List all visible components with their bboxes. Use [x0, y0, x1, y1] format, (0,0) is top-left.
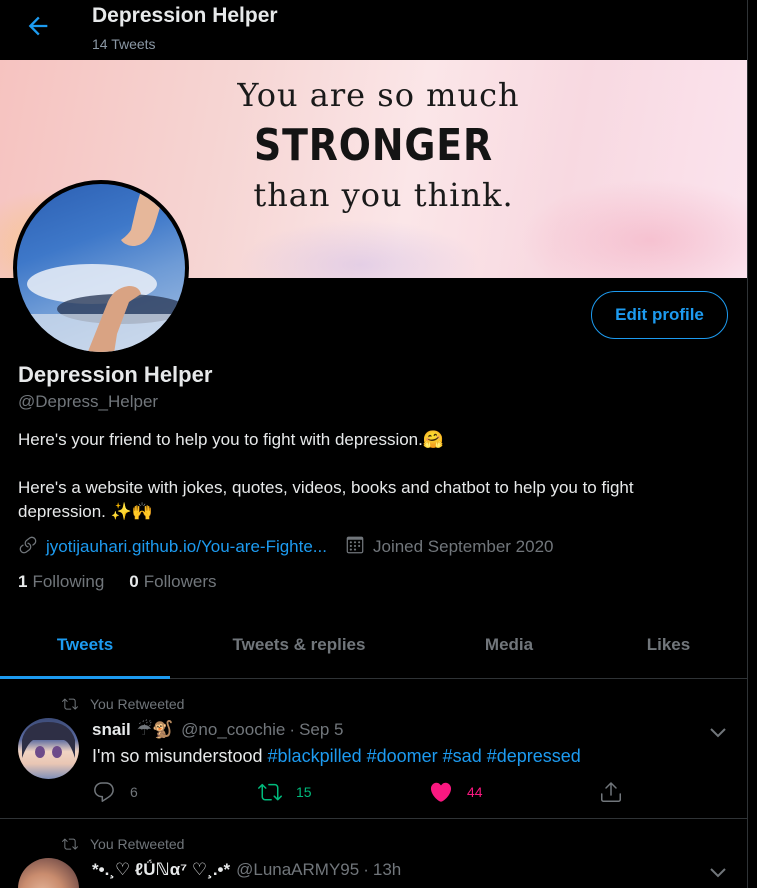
- tweet-actions: 6 15 44: [92, 780, 632, 808]
- following-link[interactable]: 1 Following: [18, 572, 104, 592]
- share-button[interactable]: [599, 780, 623, 804]
- tweet-time[interactable]: 13h: [373, 860, 401, 880]
- header-separator: ·: [289, 720, 296, 739]
- followers-count: 0: [129, 572, 139, 591]
- profile-avatar[interactable]: [13, 180, 189, 356]
- joined-date: Joined September 2020: [372, 537, 554, 556]
- chevron-down-icon[interactable]: [706, 860, 730, 884]
- following-label: Following: [32, 572, 105, 591]
- calendar-icon: [345, 535, 365, 560]
- header-title: Depression Helper: [92, 4, 278, 27]
- retweet-count: 15: [296, 784, 312, 800]
- retweet-label: You Retweeted: [90, 696, 185, 712]
- profile-header: Depression Helper 14 Tweets: [0, 0, 747, 60]
- retweet-label: You Retweeted: [90, 836, 185, 852]
- retweet-button[interactable]: 15: [258, 780, 312, 804]
- scrollbar[interactable]: [747, 0, 757, 888]
- hashtag-link[interactable]: #doomer: [367, 746, 438, 766]
- tweet-author-name[interactable]: snail: [92, 720, 131, 740]
- tweet-author-name[interactable]: *•.¸♡ ℓǗℕα⁷ ♡¸.•*: [92, 860, 230, 880]
- retweet-small-icon: [62, 698, 78, 710]
- banner-text-line2: STRONGER: [254, 120, 493, 171]
- heart-icon: [430, 782, 452, 802]
- profile-name: Depression Helper: [18, 362, 213, 387]
- author-name-emoji: ☔🐒: [136, 720, 174, 739]
- tweet-header: snail ☔🐒 @no_coochie · Sep 5: [92, 720, 344, 740]
- tweet-count: 14 Tweets: [92, 36, 156, 52]
- hashtag-link[interactable]: #blackpilled: [268, 746, 362, 766]
- retweet-indicator: You Retweeted: [62, 836, 184, 852]
- tweet-author-handle[interactable]: @LunaARMY95: [236, 860, 359, 880]
- followers-link[interactable]: 0 Followers: [129, 572, 216, 592]
- tweet-header: *•.¸♡ ℓǗℕα⁷ ♡¸.•* @LunaARMY95 · 13h: [92, 860, 401, 880]
- tweet-time[interactable]: Sep 5: [299, 720, 343, 740]
- like-button[interactable]: 44: [429, 780, 483, 804]
- retweet-small-icon: [62, 838, 78, 850]
- profile-handle: @Depress_Helper: [18, 392, 159, 411]
- hashtag-link[interactable]: #sad: [443, 746, 482, 766]
- reply-count: 6: [130, 784, 138, 800]
- hashtag-link[interactable]: #depressed: [487, 746, 581, 766]
- main-column: Depression Helper 14 Tweets You are so m…: [0, 0, 747, 888]
- retweet-indicator: You Retweeted: [62, 696, 184, 712]
- profile-website-link[interactable]: jyotijauhari.github.io/You-are-Fighte...: [46, 537, 327, 557]
- profile-bio: Here's your friend to help you to fight …: [18, 428, 718, 548]
- followers-label: Followers: [143, 572, 217, 591]
- tab-tweets-and-replies[interactable]: Tweets & replies: [170, 612, 428, 678]
- retweet-icon: [258, 783, 282, 801]
- tweet-body: I'm so misunderstood: [92, 746, 263, 766]
- share-icon: [601, 782, 621, 802]
- like-count: 44: [467, 784, 483, 800]
- reply-button[interactable]: 6: [92, 780, 138, 804]
- tweet-item[interactable]: You Retweeted *•.¸♡ ℓǗℕα⁷ ♡¸.•* @LunaARM…: [0, 820, 747, 888]
- link-icon: [18, 535, 38, 560]
- reply-icon: [94, 782, 114, 802]
- tab-tweets[interactable]: Tweets: [0, 612, 170, 679]
- tab-likes[interactable]: Likes: [590, 612, 747, 678]
- bio-line-1: Here's your friend to help you to fight …: [18, 430, 445, 449]
- bio-line-2: Here's a website with jokes, quotes, vid…: [18, 478, 634, 521]
- tweet-author-avatar[interactable]: [18, 858, 79, 888]
- profile-tabs: Tweets Tweets & replies Media Likes: [0, 612, 747, 679]
- back-arrow-icon[interactable]: [24, 12, 52, 40]
- following-count: 1: [18, 572, 28, 591]
- edit-profile-button[interactable]: Edit profile: [591, 291, 728, 339]
- follow-stats: 1 Following 0 Followers: [18, 572, 217, 592]
- tab-media[interactable]: Media: [428, 612, 590, 678]
- banner-text-line1: You are so much: [237, 76, 520, 114]
- profile-meta: jyotijauhari.github.io/You-are-Fighte...…: [18, 535, 554, 559]
- tweet-text: I'm so misunderstood #blackpilled #doome…: [92, 746, 581, 767]
- header-separator: ·: [363, 860, 369, 879]
- tweet-author-handle[interactable]: @no_coochie: [181, 720, 285, 740]
- tweet-item[interactable]: You Retweeted snail ☔🐒 @no_coochie · Sep…: [0, 680, 747, 819]
- tweet-author-avatar[interactable]: [18, 718, 79, 779]
- chevron-down-icon[interactable]: [706, 720, 730, 744]
